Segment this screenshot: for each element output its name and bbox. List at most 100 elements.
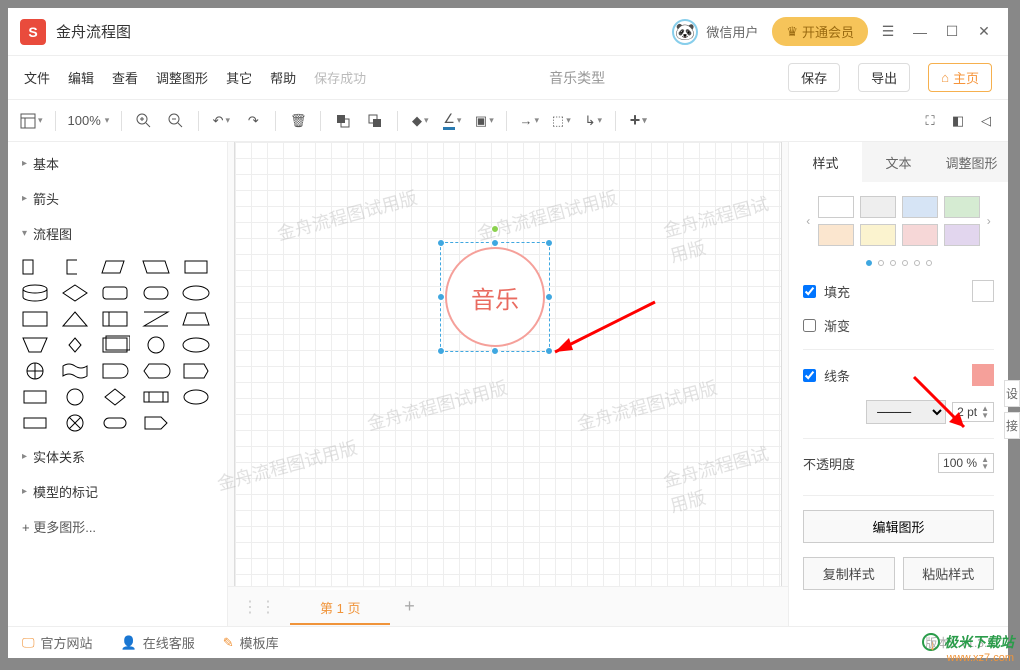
footer-support[interactable]: 👤在线客服 [121, 633, 195, 652]
resize-handle[interactable] [545, 293, 553, 301]
shape-item[interactable] [139, 307, 173, 331]
shape-item[interactable] [18, 359, 52, 383]
menu-icon[interactable]: ☰ [876, 20, 900, 44]
shape-item[interactable] [179, 385, 213, 409]
tab-adjust[interactable]: 调整图形 [935, 142, 1008, 182]
shape-item[interactable] [179, 255, 213, 279]
color-swatch[interactable] [818, 224, 854, 246]
zoom-in-icon[interactable] [130, 107, 158, 135]
fill-color[interactable] [972, 280, 994, 302]
undo-icon[interactable]: ↶▾ [207, 107, 235, 135]
tab-style[interactable]: 样式 [789, 142, 862, 182]
shape-item[interactable] [139, 255, 173, 279]
shape-item[interactable] [98, 385, 132, 409]
shape-item[interactable] [98, 411, 132, 435]
shape-item[interactable] [18, 281, 52, 305]
sidebar-cat-arrows[interactable]: 箭头 [8, 181, 227, 216]
paste-style-button[interactable]: 粘贴样式 [903, 557, 995, 590]
save-button[interactable]: 保存 [788, 63, 840, 92]
shape-item[interactable] [179, 307, 213, 331]
shape-item[interactable] [58, 255, 92, 279]
resize-handle[interactable] [491, 347, 499, 355]
add-tool[interactable]: +▾ [624, 107, 652, 135]
color-swatch[interactable] [944, 196, 980, 218]
zoom-select[interactable]: 100%▾ [64, 107, 114, 135]
sidebar-cat-model[interactable]: 模型的标记 [8, 474, 227, 509]
line-checkbox[interactable] [803, 369, 816, 382]
panel-toggle-icon[interactable]: ◧ [944, 107, 972, 135]
resize-handle[interactable] [437, 347, 445, 355]
connector-icon[interactable]: →▾ [515, 107, 543, 135]
resize-handle[interactable] [437, 239, 445, 247]
menu-help[interactable]: 帮助 [270, 68, 296, 87]
shape-item[interactable] [139, 411, 173, 435]
opacity-down[interactable]: ▼ [981, 463, 989, 470]
fill-checkbox[interactable] [803, 285, 816, 298]
footer-templates[interactable]: ✎模板库 [223, 633, 279, 652]
export-button[interactable]: 导出 [858, 63, 910, 92]
color-swatch[interactable] [860, 224, 896, 246]
avatar[interactable]: 🐼 [672, 19, 698, 45]
menu-edit[interactable]: 编辑 [68, 68, 94, 87]
line-style-select[interactable]: ──── [866, 400, 946, 424]
menu-file[interactable]: 文件 [24, 68, 50, 87]
gradient-checkbox[interactable] [803, 319, 816, 332]
shape-item[interactable] [98, 281, 132, 305]
menu-other[interactable]: 其它 [226, 68, 252, 87]
color-swatch[interactable] [902, 224, 938, 246]
shape-item[interactable] [18, 307, 52, 331]
footer-website[interactable]: 🖵官方网站 [22, 633, 93, 652]
delete-icon[interactable]: 🗑 [284, 107, 312, 135]
page-tab-1[interactable]: 第 1 页 [290, 588, 390, 625]
collapse-icon[interactable]: ◁ [972, 107, 1000, 135]
home-button[interactable]: ⌂主页 [928, 63, 992, 92]
shape-item[interactable] [18, 255, 52, 279]
color-swatch[interactable] [902, 196, 938, 218]
line-width-down[interactable]: ▼ [981, 412, 989, 419]
shape-item[interactable] [139, 333, 173, 357]
bring-front-icon[interactable] [329, 107, 357, 135]
resize-handle[interactable] [545, 239, 553, 247]
resize-handle[interactable] [545, 347, 553, 355]
rotate-handle[interactable] [491, 225, 499, 233]
shape-item[interactable] [58, 333, 92, 357]
shape-item[interactable] [139, 385, 173, 409]
fill-color-icon[interactable]: ◆▾ [406, 107, 434, 135]
color-swatch[interactable] [860, 196, 896, 218]
close-icon[interactable]: ✕ [972, 20, 996, 44]
shadow-icon[interactable]: ▣▾ [470, 107, 498, 135]
copy-style-button[interactable]: 复制样式 [803, 557, 895, 590]
resize-handle[interactable] [491, 239, 499, 247]
fullscreen-icon[interactable]: ⛶ [916, 107, 944, 135]
shape-item[interactable] [98, 307, 132, 331]
shape-item[interactable] [139, 281, 173, 305]
menu-adjust[interactable]: 调整图形 [156, 68, 208, 87]
minimize-icon[interactable]: — [908, 20, 932, 44]
redo-icon[interactable]: ↷ [239, 107, 267, 135]
canvas[interactable]: 金舟流程图试用版 金舟流程图试用版 金舟流程图试用版 金舟流程图试用版 金舟流程… [234, 142, 782, 586]
sidebar-cat-basic[interactable]: 基本 [8, 146, 227, 181]
layout-tool[interactable]: ▾ [16, 107, 47, 135]
palette-next[interactable]: › [984, 214, 995, 228]
shape-item[interactable] [58, 359, 92, 383]
send-back-icon[interactable] [361, 107, 389, 135]
waypoint-icon[interactable]: ⬚▾ [547, 107, 575, 135]
shape-item[interactable] [139, 359, 173, 383]
shape-item[interactable] [179, 333, 213, 357]
shape-item[interactable] [58, 281, 92, 305]
side-tag-connect[interactable]: 接 [1004, 412, 1020, 439]
side-tag-settings[interactable]: 设 [1004, 380, 1020, 407]
menu-view[interactable]: 查看 [112, 68, 138, 87]
zoom-out-icon[interactable] [162, 107, 190, 135]
add-page-button[interactable]: + [394, 596, 424, 617]
route-icon[interactable]: ↳▾ [579, 107, 607, 135]
shape-item[interactable] [98, 333, 132, 357]
sidebar-cat-entity[interactable]: 实体关系 [8, 439, 227, 474]
shape-item[interactable] [18, 411, 52, 435]
shape-item[interactable] [58, 385, 92, 409]
resize-handle[interactable] [437, 293, 445, 301]
shape-item[interactable] [58, 411, 92, 435]
sidebar-more-shapes[interactable]: + 更多图形... [8, 509, 227, 544]
shape-item[interactable] [98, 255, 132, 279]
shape-item[interactable] [179, 359, 213, 383]
